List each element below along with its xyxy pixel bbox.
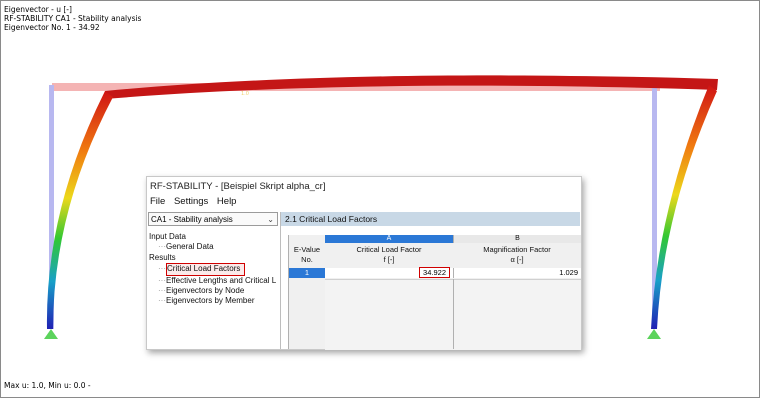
column-divider [453, 279, 454, 349]
left-support-icon [44, 329, 58, 339]
right-support-icon [647, 329, 661, 339]
cell-critical-load-factor[interactable]: 34.922 [325, 267, 453, 278]
column-letter-a[interactable]: A [325, 235, 453, 243]
rf-stability-dialog: RF-STABILITY - [Beispiel Skript alpha_cr… [146, 176, 582, 350]
menu-file[interactable]: File [147, 194, 168, 210]
critical-load-factor-value: 34.922 [419, 267, 450, 278]
cell-magnification-factor[interactable]: 1.029 [453, 268, 581, 278]
dialog-title: RF-STABILITY - [Beispiel Skript alpha_cr… [150, 181, 326, 192]
tree-item-effective-lengths[interactable]: Effective Lengths and Critical L [149, 276, 276, 286]
column-b-title: Magnification Factor [483, 245, 551, 254]
load-case-value: CA1 - Stability analysis [151, 215, 233, 224]
results-pane: 2.1 Critical Load Factors A B E-Value No… [281, 212, 581, 350]
column-a-title: Critical Load Factor [356, 245, 422, 254]
beam-value-label: 1.0 [241, 91, 249, 97]
row-eigenvalue-no[interactable]: 1 [289, 268, 325, 278]
column-b-header: Magnification Factor α [-] [453, 245, 581, 265]
tree-item-input-data[interactable]: Input Data [149, 232, 276, 242]
column-b-unit: α [-] [510, 255, 524, 264]
ev-column-header: E-Value No. [289, 245, 325, 265]
navigator-pane: CA1 - Stability analysis ⌄ Input Data Ge… [147, 212, 281, 349]
menu-help[interactable]: Help [214, 194, 240, 210]
viewport-footer: Max u: 1.0, Min u: 0.0 - [4, 381, 91, 390]
deformed-right-column [651, 85, 717, 329]
tree-item-eigenvectors-by-member[interactable]: Eigenvectors by Member [149, 296, 276, 306]
column-a-header: Critical Load Factor f [-] [325, 245, 453, 265]
chevron-down-icon: ⌄ [267, 215, 274, 224]
tree-item-eigenvectors-by-node[interactable]: Eigenvectors by Node [149, 286, 276, 296]
menu-settings[interactable]: Settings [171, 194, 211, 210]
tree-item-results[interactable]: Results [149, 253, 276, 263]
navigator-tree: Input Data General Data Results Critical… [149, 232, 276, 307]
tree-item-critical-load-factors[interactable]: Critical Load Factors [166, 263, 246, 276]
column-letter-b[interactable]: B [453, 235, 581, 243]
tree-item-general-data[interactable]: General Data [149, 242, 276, 252]
deformed-left-column [46, 91, 113, 329]
ev-header-line-1: E-Value [293, 245, 321, 254]
menu-bar: File Settings Help [147, 194, 581, 210]
section-title: 2.1 Critical Load Factors [281, 212, 580, 226]
column-a-unit: f [-] [383, 255, 395, 264]
results-table: A B E-Value No. Critical Load Factor f [… [288, 235, 581, 350]
load-case-select[interactable]: CA1 - Stability analysis ⌄ [148, 212, 278, 226]
ev-header-line-2: No. [301, 255, 313, 264]
